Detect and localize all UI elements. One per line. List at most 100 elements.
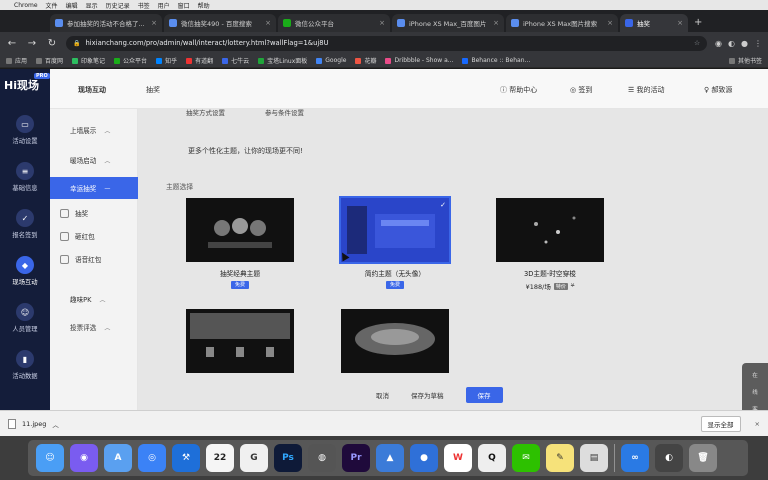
theme-card[interactable] — [186, 309, 294, 373]
wps-icon[interactable]: W — [444, 444, 472, 472]
extension-icon[interactable]: ◉ — [715, 39, 722, 48]
user-menu[interactable]: ♀ 郝致源 — [704, 85, 732, 95]
submenu-lottery[interactable]: 幸运抽奖 — — [50, 177, 138, 199]
nav-item-data[interactable]: ▮ 活动数据 — [0, 350, 50, 390]
wechat-icon[interactable]: ✉ — [512, 444, 540, 472]
save-draft-button[interactable]: 保存为草稿 — [411, 390, 444, 400]
baidu-netdisk-icon[interactable]: ∞ — [621, 444, 649, 472]
signin-link[interactable]: ◎ 签到 — [570, 85, 592, 95]
finder-icon[interactable]: ☺ — [36, 444, 64, 472]
safari-icon[interactable]: ◎ — [138, 444, 166, 472]
submenu-sub-voice-redpacket[interactable]: 语音红包 — [50, 249, 138, 269]
bookmark-item[interactable]: 百度网 — [36, 56, 63, 65]
menu-bookmarks[interactable]: 书签 — [138, 1, 150, 10]
bookmark-item[interactable]: 印象笔记 — [72, 56, 105, 65]
theme-card-selected[interactable]: ✓ 简约主题（无头像） 免费 — [339, 196, 451, 289]
cancel-button[interactable]: 取消 — [376, 390, 389, 400]
bookmark-item[interactable]: 花瓣 — [355, 56, 376, 65]
bookmark-star-icon[interactable]: ☆ — [694, 39, 700, 47]
theme-card[interactable] — [341, 309, 449, 373]
close-tab-icon[interactable]: × — [265, 19, 271, 27]
bookmark-item[interactable]: 知乎 — [156, 56, 177, 65]
submenu-sub-lottery[interactable]: 抽奖 — [50, 203, 138, 223]
save-button[interactable]: 保存 — [465, 387, 503, 403]
bookmark-item[interactable]: 公众平台 — [114, 56, 147, 65]
menu-view[interactable]: 显示 — [86, 1, 98, 10]
premiere-icon[interactable]: Pr — [342, 444, 370, 472]
other-bookmarks[interactable]: 其他书签 — [728, 56, 762, 65]
menu-help[interactable]: 帮助 — [198, 1, 210, 10]
browser-tab[interactable]: iPhone XS Max图片搜索 × — [506, 14, 618, 32]
theme-card[interactable]: 抽奖经典主题 免费 — [186, 198, 294, 289]
download-item[interactable]: 11.jpeg ︿ — [8, 418, 59, 429]
xcode-icon[interactable]: ⚒ — [172, 444, 200, 472]
extension-icon[interactable]: ◐ — [728, 39, 735, 48]
siri-icon[interactable]: ◉ — [70, 444, 98, 472]
breadcrumb[interactable]: 抽奖 — [146, 85, 160, 95]
submenu-pk[interactable]: 趣味PK ︿ — [50, 288, 138, 310]
launchpad-icon[interactable]: A — [104, 444, 132, 472]
customer-service-float[interactable]: 在 线 客 服 — [742, 363, 768, 410]
menu-history[interactable]: 历史记录 — [106, 1, 130, 10]
keynote-icon[interactable]: ▲ — [376, 444, 404, 472]
menu-file[interactable]: 文件 — [46, 1, 58, 10]
bookmark-item[interactable]: 应用 — [6, 56, 27, 65]
address-bar[interactable]: 🔒 hixianchang.com/pro/admin/wall/interac… — [66, 35, 708, 51]
submenu-sub-redpacket[interactable]: 砸红包 — [50, 226, 138, 246]
menu-chrome[interactable]: Chrome — [14, 2, 38, 9]
logo[interactable]: Hi现场 PRO — [4, 73, 50, 93]
photoshop-icon[interactable]: Ps — [274, 444, 302, 472]
close-icon[interactable]: × — [755, 420, 760, 428]
close-tab-icon[interactable]: × — [493, 19, 499, 27]
forward-button[interactable]: → — [26, 38, 38, 49]
back-button[interactable]: ← — [6, 38, 18, 49]
nav-item-signup[interactable]: ✓ 报名签到 — [0, 209, 50, 249]
submenu-label: 投票评选 — [70, 324, 97, 332]
nav-item-basic-info[interactable]: ≡ 基础信息 — [0, 162, 50, 202]
bookmark-item[interactable]: 有道翻 — [186, 56, 213, 65]
trash-icon[interactable]: 🗑 — [689, 444, 717, 472]
close-tab-icon[interactable]: × — [607, 19, 613, 27]
browser-tab-active[interactable]: 抽奖 × — [620, 14, 688, 32]
cleaner-icon[interactable]: G — [240, 444, 268, 472]
theme-card[interactable]: 3D主题-时空穿梭 ¥188/场 特价 ¥ — [496, 198, 604, 291]
chrome-icon[interactable]: ◐ — [655, 444, 683, 472]
settings-tab[interactable]: 参与条件设置 — [265, 109, 304, 117]
notes-icon[interactable]: ✎ — [546, 444, 574, 472]
browser-tab[interactable]: 微信抽奖490 - 百度搜索 × — [164, 14, 276, 32]
my-activity-link[interactable]: ☰ 我的活动 — [628, 85, 665, 95]
bookmark-item[interactable]: Dribbble - Show a... — [385, 57, 453, 64]
profile-icon[interactable]: ● — [741, 39, 748, 48]
nav-item-activity-settings[interactable]: ▭ 活动设置 — [0, 115, 50, 155]
preview-icon[interactable]: ▤ — [580, 444, 608, 472]
menu-people[interactable]: 用户 — [158, 1, 170, 10]
submenu-vote[interactable]: 投票评选 ︿ — [50, 316, 138, 338]
close-tab-icon[interactable]: × — [151, 19, 157, 27]
reload-button[interactable]: ↻ — [46, 38, 58, 49]
app-icon[interactable]: ● — [410, 444, 438, 472]
browser-tab[interactable]: iPhone XS Max_百度图片 × — [392, 14, 504, 32]
browser-tab[interactable]: 微信公众平台 × — [278, 14, 390, 32]
new-tab-button[interactable]: + — [690, 17, 706, 32]
nav-item-people[interactable]: ☺ 人员管理 — [0, 303, 50, 343]
bookmark-item[interactable]: Behance :: Behan... — [462, 57, 530, 64]
settings-tab[interactable]: 抽奖方式设置 — [186, 109, 225, 117]
browser-tab[interactable]: 参加抽奖的活动不合格了... × — [50, 14, 162, 32]
aperture-icon[interactable]: ◍ — [308, 444, 336, 472]
bookmark-item[interactable]: 宝塔Linux面板 — [258, 56, 307, 65]
close-tab-icon[interactable]: × — [677, 19, 683, 27]
qq-icon[interactable]: Q — [478, 444, 506, 472]
nav-item-interaction[interactable]: ◆ 现场互动 — [0, 256, 50, 296]
bookmark-item[interactable]: 七牛云 — [222, 56, 249, 65]
close-tab-icon[interactable]: × — [379, 19, 385, 27]
show-all-downloads-button[interactable]: 显示全部 — [700, 415, 741, 432]
chevron-up-icon[interactable]: ︿ — [52, 419, 59, 429]
menu-dots-icon[interactable]: ⋮ — [754, 39, 762, 48]
bookmark-item[interactable]: Google — [316, 57, 346, 64]
submenu-wall[interactable]: 上墙展示 ︿ — [50, 119, 138, 141]
menu-window[interactable]: 窗口 — [178, 1, 190, 10]
submenu-warmup[interactable]: 暖场启动 ︿ — [50, 149, 138, 171]
calendar-icon[interactable]: 22 — [206, 444, 234, 472]
help-center-link[interactable]: ⓘ 帮助中心 — [500, 85, 537, 95]
menu-edit[interactable]: 编辑 — [66, 1, 78, 10]
